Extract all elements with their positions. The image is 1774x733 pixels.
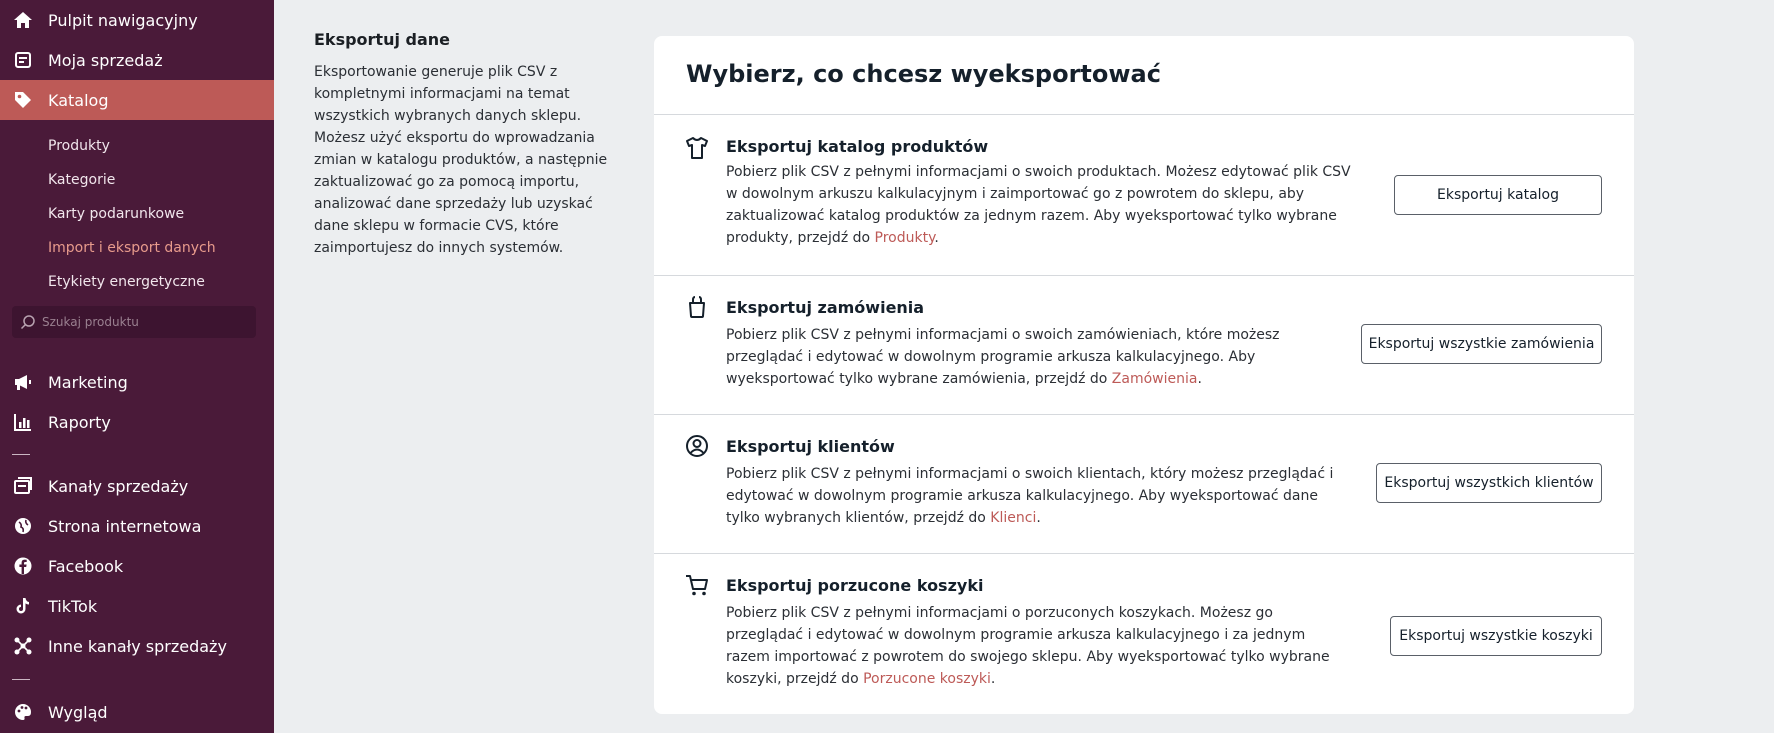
nav-item-facebook[interactable]: Facebook — [0, 546, 274, 586]
description-suffix: . — [1197, 371, 1202, 387]
sub-item-import-export[interactable]: Import i eksport danych — [48, 240, 216, 256]
home-icon — [12, 9, 34, 31]
products-link[interactable]: Produkty — [875, 230, 935, 246]
export-orders-section: Eksportuj zamówienia Pobierz plik CSV z … — [654, 276, 1634, 414]
nav-item-dashboard[interactable]: Pulpit nawigacyjny — [0, 0, 274, 40]
channels-icon — [12, 475, 34, 497]
tiktok-icon — [12, 595, 34, 617]
nav-item-website[interactable]: Strona internetowa — [0, 506, 274, 546]
description-text: Pobierz plik CSV z pełnymi informacjami … — [726, 605, 1330, 687]
sidebar-search — [12, 306, 256, 338]
description-suffix: . — [1036, 510, 1041, 526]
orders-link[interactable]: Zamówienia — [1112, 371, 1198, 387]
export-catalog-button[interactable]: Eksportuj katalog — [1394, 175, 1602, 215]
description-text: Pobierz plik CSV z pełnymi informacjami … — [726, 164, 1351, 246]
section-title: Eksportuj klientów — [726, 437, 895, 456]
sidebar-separator — [12, 679, 30, 680]
sidebar-separator — [12, 454, 30, 455]
chart-icon — [12, 411, 34, 433]
nav-item-label: Inne kanały sprzedaży — [48, 636, 227, 656]
nav-item-label: Strona internetowa — [48, 516, 202, 536]
nav-item-reports[interactable]: Raporty — [0, 402, 274, 442]
export-customers-section: Eksportuj klientów Pobierz plik CSV z pe… — [654, 415, 1634, 553]
export-intro: Eksportuj dane Eksportowanie generuje pl… — [314, 30, 632, 259]
export-abandoned-carts-section: Eksportuj porzucone koszyki Pobierz plik… — [654, 554, 1634, 714]
section-description: Pobierz plik CSV z pełnymi informacjami … — [726, 463, 1336, 529]
section-description: Pobierz plik CSV z pełnymi informacjami … — [726, 602, 1346, 690]
abandoned-carts-link[interactable]: Porzucone koszyki — [863, 671, 991, 687]
nav-item-catalog[interactable]: Katalog — [0, 80, 274, 120]
nav-item-label: Raporty — [48, 412, 111, 432]
sales-icon — [12, 49, 34, 71]
section-description: Pobierz plik CSV z pełnymi informacjami … — [726, 161, 1356, 249]
sidebar: Pulpit nawigacyjny Moja sprzedaż Katalog… — [0, 0, 274, 733]
nav-item-appearance[interactable]: Wygląd — [0, 692, 274, 732]
section-title: Eksportuj porzucone koszyki — [726, 576, 984, 595]
sub-item-gift-cards[interactable]: Karty podarunkowe — [48, 206, 184, 222]
nav-item-label: Marketing — [48, 372, 128, 392]
sub-item-products[interactable]: Produkty — [48, 138, 110, 154]
sub-item-energy-labels[interactable]: Etykiety energetyczne — [48, 274, 205, 290]
nav-item-label: Pulpit nawigacyjny — [48, 10, 198, 30]
search-icon — [20, 314, 36, 330]
nav-item-label: Moja sprzedaż — [48, 50, 163, 70]
section-title: Eksportuj zamówienia — [726, 298, 925, 317]
nav-item-label: Katalog — [48, 90, 109, 110]
nav-item-label: Kanały sprzedaży — [48, 476, 189, 496]
export-products-section: Eksportuj katalog produktów Pobierz plik… — [654, 115, 1634, 275]
palette-icon — [12, 701, 34, 723]
megaphone-icon — [12, 371, 34, 393]
sub-item-categories[interactable]: Kategorie — [48, 172, 115, 188]
export-all-customers-button[interactable]: Eksportuj wszystkich klientów — [1376, 463, 1602, 503]
bag-icon — [684, 294, 710, 320]
tag-icon — [12, 89, 34, 111]
facebook-icon — [12, 555, 34, 577]
search-input[interactable] — [42, 312, 242, 332]
intro-title: Eksportuj dane — [314, 30, 451, 49]
description-suffix: . — [990, 671, 996, 687]
description-suffix: . — [934, 230, 939, 246]
intro-text: Eksportowanie generuje plik CSV z komple… — [314, 64, 608, 256]
nav-item-label: Facebook — [48, 556, 124, 576]
export-all-carts-button[interactable]: Eksportuj wszystkie koszyki — [1390, 616, 1602, 656]
user-circle-icon — [684, 433, 710, 459]
nav-item-tiktok[interactable]: TikTok — [0, 586, 274, 626]
nav-item-marketing[interactable]: Marketing — [0, 362, 274, 402]
nav-item-other-channels[interactable]: Inne kanały sprzedaży — [0, 626, 274, 666]
nav-item-my-sales[interactable]: Moja sprzedaż — [0, 40, 274, 80]
export-card: Wybierz, co chcesz wyeksportować Eksport… — [654, 36, 1634, 714]
customers-link[interactable]: Klienci — [990, 510, 1036, 526]
section-description: Pobierz plik CSV z pełnymi informacjami … — [726, 324, 1336, 390]
nav-item-sales-channels[interactable]: Kanały sprzedaży — [0, 466, 274, 506]
nav-item-label: TikTok — [48, 596, 98, 616]
section-title: Eksportuj katalog produktów — [726, 137, 989, 156]
nav-item-label: Wygląd — [48, 702, 108, 722]
card-title: Wybierz, co chcesz wyeksportować — [686, 60, 1161, 88]
export-all-orders-button[interactable]: Eksportuj wszystkie zamówienia — [1361, 324, 1602, 364]
tshirt-icon — [684, 135, 710, 161]
cart-icon — [684, 572, 710, 598]
network-icon — [12, 635, 34, 657]
globe-icon — [12, 515, 34, 537]
